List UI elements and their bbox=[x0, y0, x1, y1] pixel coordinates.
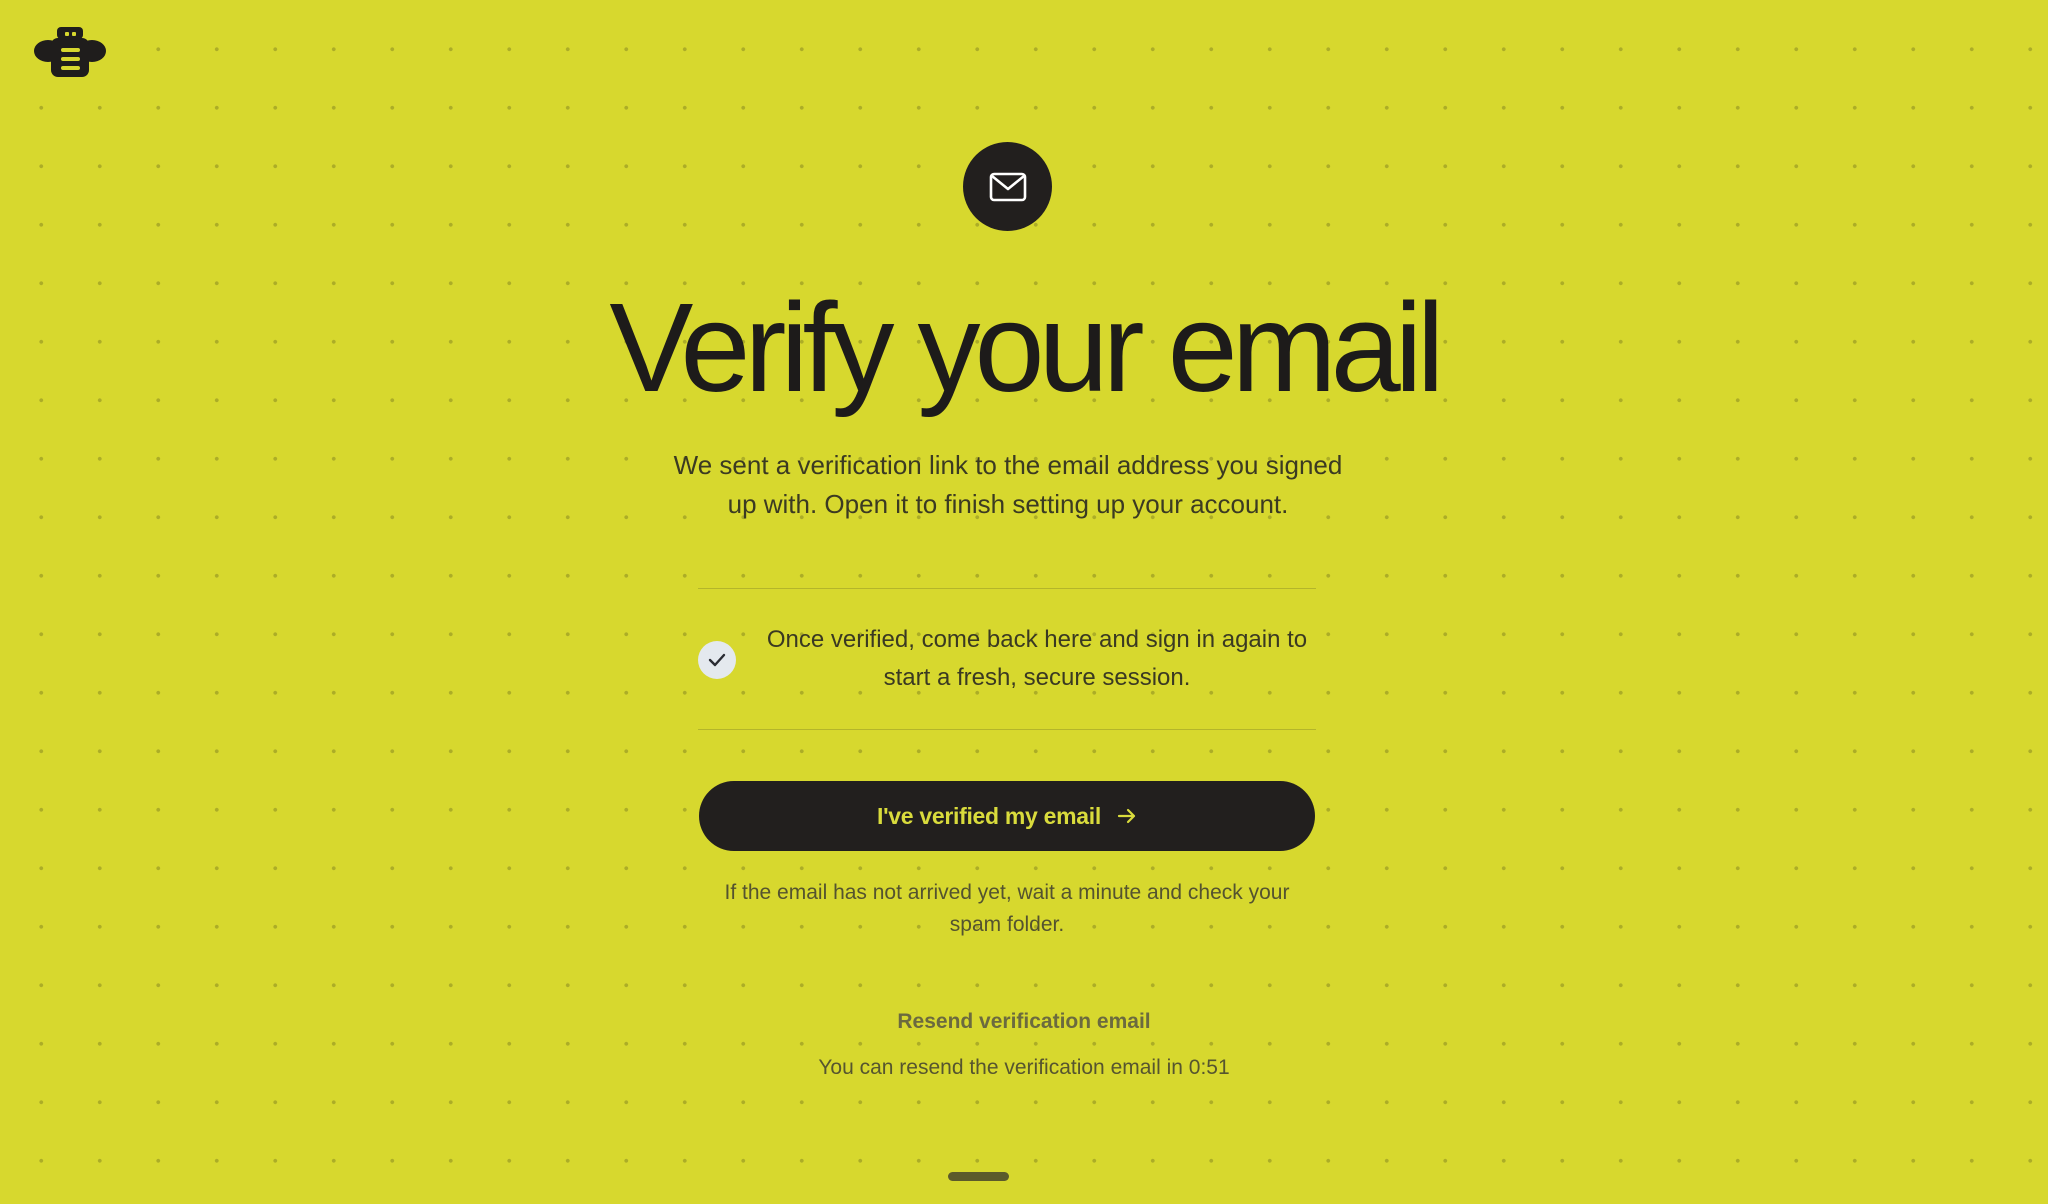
page-title: Verify your email bbox=[609, 277, 1444, 418]
robot-mascot-icon bbox=[34, 27, 106, 77]
resend-timer: You can resend the verification email in… bbox=[818, 1056, 1230, 1079]
check-badge bbox=[698, 641, 736, 679]
verification-note: Once verified, come back here and sign i… bbox=[766, 626, 1308, 691]
resend-verification-link[interactable]: Resend verification email bbox=[0, 1010, 2048, 1034]
divider-bottom bbox=[698, 729, 1316, 730]
mail-icon bbox=[989, 172, 1026, 201]
divider-top bbox=[698, 588, 1316, 589]
bottom-handle[interactable] bbox=[948, 1172, 1009, 1181]
verified-email-button[interactable]: I've verified my email bbox=[699, 781, 1315, 851]
arrow-right-icon bbox=[1117, 808, 1136, 824]
spam-hint: If the email has not arrived yet, wait a… bbox=[724, 881, 1290, 936]
verified-email-button-label: I've verified my email bbox=[877, 802, 1101, 829]
mail-badge bbox=[963, 142, 1052, 231]
page-subtitle: We sent a verification link to the email… bbox=[673, 450, 1343, 519]
brand-logo[interactable] bbox=[34, 27, 106, 77]
check-icon bbox=[708, 653, 726, 667]
